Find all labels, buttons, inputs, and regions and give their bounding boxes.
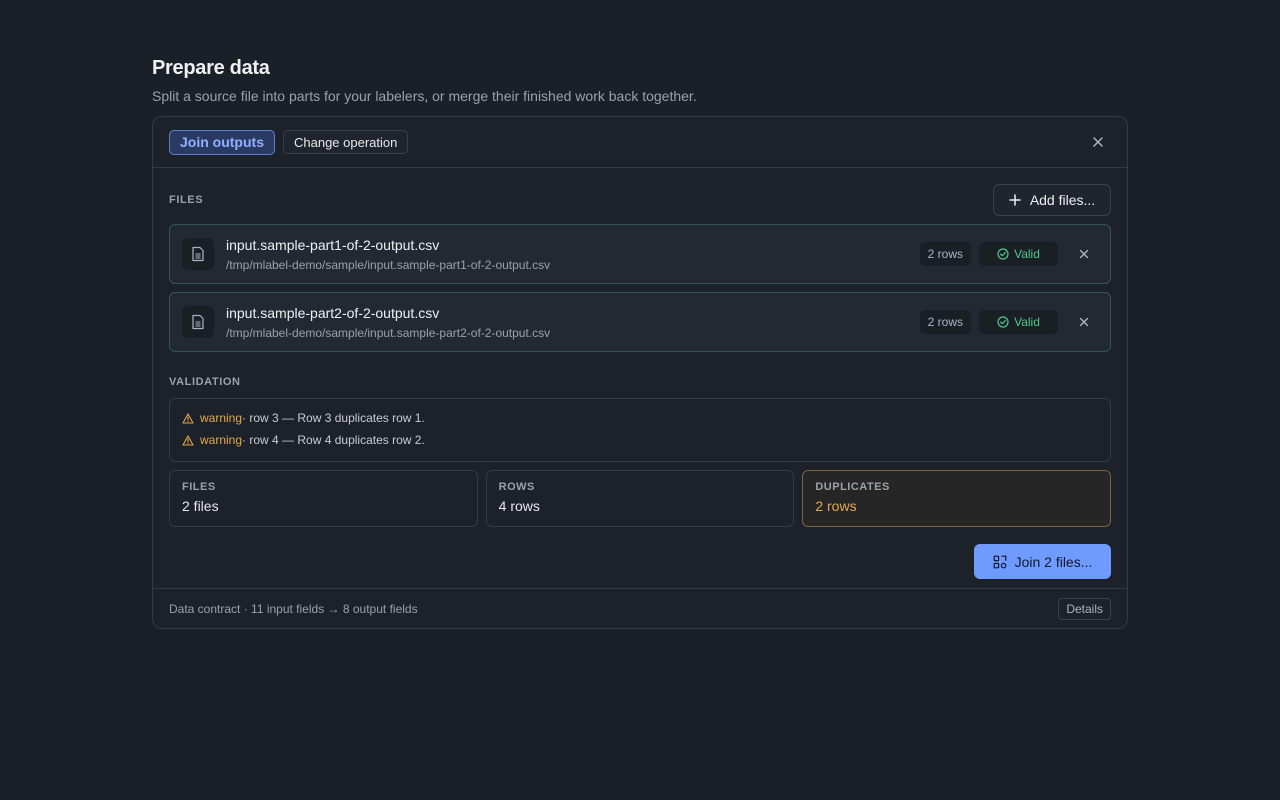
join-card: Join outputs Change operation FILES Add … — [152, 116, 1128, 629]
validation-section-label: VALIDATION — [169, 376, 241, 388]
prepare-data-page: Prepare data Split a source file into pa… — [152, 56, 1128, 629]
join-files-label: Join 2 files... — [1014, 553, 1093, 570]
file-name: input.sample-part1-of-2-output.csv — [226, 236, 440, 253]
warning-icon — [182, 412, 194, 424]
valid-label: Valid — [1014, 247, 1040, 261]
actions-row: Join 2 files... — [169, 544, 1111, 579]
stat-value: 4 rows — [498, 498, 540, 514]
file-icon — [182, 238, 214, 270]
file-path: /tmp/mlabel-demo/sample/input.sample-par… — [226, 257, 551, 272]
stat-label: DUPLICATES — [815, 481, 890, 493]
merge-icon — [993, 555, 1007, 569]
file-row: input.sample-part2-of-2-output.csv /tmp/… — [169, 292, 1111, 352]
plus-icon — [1009, 194, 1021, 206]
warning-text: · row 4 — Row 4 duplicates row 2. — [242, 433, 425, 447]
change-operation-button[interactable]: Change operation — [283, 130, 409, 154]
valid-badge: Valid — [979, 242, 1058, 266]
mode-join-outputs[interactable]: Join outputs — [169, 129, 275, 155]
warning-level: warning — [200, 411, 243, 425]
data-contract-summary: Data contract · 11 input fields → 8 outp… — [169, 601, 418, 616]
stat-value: 2 rows — [815, 498, 857, 514]
warning-icon — [182, 434, 194, 446]
add-files-button[interactable]: Add files... — [993, 184, 1111, 216]
warning-text: · row 3 — Row 3 duplicates row 1. — [242, 411, 425, 425]
valid-badge: Valid — [979, 310, 1058, 334]
remove-file-icon[interactable] — [1072, 310, 1096, 334]
remove-file-icon[interactable] — [1072, 242, 1096, 266]
stat-rows: ROWS 4 rows — [485, 470, 795, 527]
stat-files: FILES 2 files — [169, 470, 478, 527]
validation-message: warning · row 3 — Row 3 duplicates row 1… — [182, 407, 1098, 429]
summary-stats: FILES 2 files ROWS 4 rows DUPLICATES 2 r… — [169, 470, 1112, 527]
add-files-label: Add files... — [1029, 192, 1096, 208]
files-section-label: FILES — [169, 194, 204, 206]
validation-messages: warning · row 3 — Row 3 duplicates row 1… — [169, 398, 1111, 462]
card-footer: Data contract · 11 input fields → 8 outp… — [153, 588, 1127, 628]
join-files-button[interactable]: Join 2 files... — [974, 544, 1111, 579]
check-circle-icon — [997, 248, 1009, 260]
file-icon — [182, 306, 214, 338]
file-meta: 2 rows Valid — [919, 310, 1096, 334]
rows-badge: 2 rows — [919, 242, 971, 266]
rows-badge: 2 rows — [919, 310, 971, 334]
page-title: Prepare data — [152, 57, 270, 79]
file-path: /tmp/mlabel-demo/sample/input.sample-par… — [226, 325, 551, 340]
file-row: input.sample-part1-of-2-output.csv /tmp/… — [169, 224, 1111, 284]
stat-label: ROWS — [498, 481, 535, 493]
details-button[interactable]: Details — [1058, 597, 1111, 620]
files-header: FILES Add files... — [169, 184, 1111, 216]
stat-duplicates: DUPLICATES 2 rows — [802, 470, 1112, 527]
valid-label: Valid — [1014, 315, 1040, 329]
stat-label: FILES — [182, 481, 216, 493]
page-subtitle: Split a source file into parts for your … — [152, 88, 697, 104]
card-body: FILES Add files... input.sample-part1-of… — [153, 168, 1127, 579]
stat-value: 2 files — [182, 498, 219, 514]
file-text: input.sample-part1-of-2-output.csv /tmp/… — [226, 236, 550, 273]
file-text: input.sample-part2-of-2-output.csv /tmp/… — [226, 304, 550, 341]
warning-level: warning — [200, 433, 243, 447]
file-meta: 2 rows Valid — [919, 242, 1096, 266]
close-icon[interactable] — [1089, 133, 1107, 151]
card-header: Join outputs Change operation — [153, 117, 1127, 168]
validation-message: warning · row 4 — Row 4 duplicates row 2… — [182, 429, 1098, 451]
check-circle-icon — [997, 316, 1009, 328]
file-name: input.sample-part2-of-2-output.csv — [226, 304, 440, 321]
